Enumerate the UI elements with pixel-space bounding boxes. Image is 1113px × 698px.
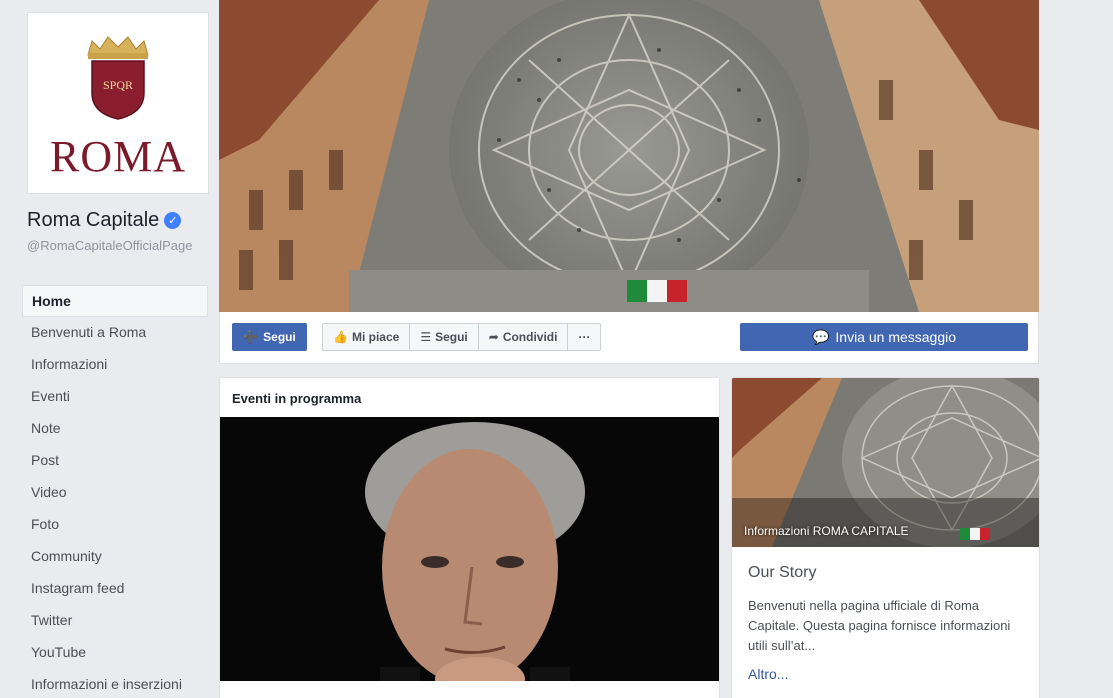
nav-item-home[interactable]: Home: [22, 285, 208, 317]
page-actions-group: 👍 Mi piace ☰ Segui ➦ Condividi ···: [322, 323, 602, 351]
thumbnail-flag-icon: [960, 528, 990, 540]
nav-item-note[interactable]: Note: [22, 413, 208, 445]
story-more-link[interactable]: Altro...: [748, 666, 788, 682]
follow-feed-button[interactable]: ☰ Segui: [410, 324, 479, 350]
story-title: Our Story: [748, 564, 817, 581]
more-dots-icon: ···: [578, 330, 591, 344]
piazza-campidoglio-photo: [219, 0, 1039, 312]
event-photo[interactable]: [220, 417, 719, 681]
send-message-label: Invia un messaggio: [835, 329, 957, 345]
follow-button-label: Segui: [263, 330, 296, 344]
nav-item-instagram[interactable]: Instagram feed: [22, 573, 208, 605]
portrait-photo: [220, 417, 719, 681]
story-text: Benvenuti nella pagina ufficiale di Roma…: [748, 598, 1011, 653]
about-photo-caption: Informazioni ROMA CAPITALE: [744, 524, 909, 538]
like-button[interactable]: 👍 Mi piace: [323, 324, 411, 350]
nav-item-benvenuti[interactable]: Benvenuti a Roma: [22, 317, 208, 349]
thumbs-up-icon: 👍: [333, 330, 348, 344]
nav-item-foto[interactable]: Foto: [22, 509, 208, 541]
nav-item-post[interactable]: Post: [22, 445, 208, 477]
upcoming-events-card: Eventi in programma: [219, 377, 720, 698]
nav-item-informazioni[interactable]: Informazioni: [22, 349, 208, 381]
about-photo[interactable]: Informazioni ROMA CAPITALE: [732, 378, 1039, 547]
share-button[interactable]: ➦ Condividi: [479, 324, 569, 350]
page-handle[interactable]: @RomaCapitaleOfficialPage: [27, 238, 205, 254]
nav-item-eventi[interactable]: Eventi: [22, 381, 208, 413]
rss-icon: ☰: [420, 330, 432, 344]
follow-feed-label: Segui: [435, 330, 468, 344]
like-button-label: Mi piace: [351, 330, 400, 344]
page-name-text: Roma Capitale: [27, 209, 160, 231]
nav-item-youtube[interactable]: YouTube: [22, 637, 208, 669]
nav-item-info-ads[interactable]: Informazioni e inserzioni: [22, 669, 208, 698]
follow-plus-icon: ➕: [243, 330, 259, 344]
verified-badge-icon: ✓: [164, 212, 182, 229]
italian-flag-icon: [627, 280, 687, 302]
nav-item-community[interactable]: Community: [22, 541, 208, 573]
cover-photo[interactable]: [219, 0, 1039, 312]
share-arrow-icon: ➦: [488, 330, 499, 344]
piazza-thumbnail: [732, 378, 1039, 547]
share-button-label: Condividi: [502, 330, 558, 344]
about-card: Informazioni ROMA CAPITALE Our Story Ben…: [731, 377, 1040, 698]
page-nav: Home Benvenuti a Roma Informazioni Event…: [22, 285, 208, 698]
messenger-icon: 💬: [811, 328, 830, 345]
page-title[interactable]: Roma Capitale ✓: [27, 209, 182, 232]
page-profile-picture[interactable]: SPQR ROMA: [27, 12, 209, 194]
logo-wordmark: ROMA: [49, 132, 187, 181]
nav-item-twitter[interactable]: Twitter: [22, 605, 208, 637]
follow-button[interactable]: ➕ Segui: [232, 323, 307, 351]
events-card-title: Eventi in programma: [232, 391, 362, 406]
nav-item-video[interactable]: Video: [22, 477, 208, 509]
more-button[interactable]: ···: [568, 324, 600, 350]
shield-text: SPQR: [103, 78, 133, 92]
page-action-bar: ➕ Segui 👍 Mi piace ☰ Segui ➦ Condividi ·…: [219, 312, 1039, 364]
send-message-button[interactable]: 💬 Invia un messaggio: [740, 323, 1028, 351]
